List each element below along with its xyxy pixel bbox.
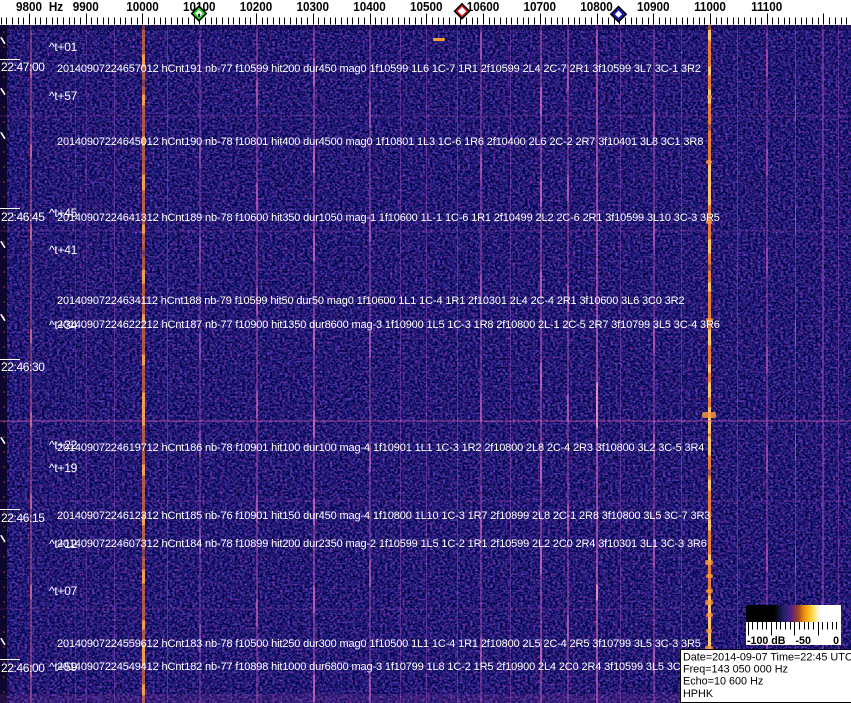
svg-text:-50: -50 [795,636,810,645]
svg-text:Date=2014-09-07 Time=22:45 UTC: Date=2014-09-07 Time=22:45 UTC [683,651,851,663]
svg-text:-100 dB: -100 dB [747,636,786,645]
svg-text:Freq=143 050 000 Hz: Freq=143 050 000 Hz [683,664,788,676]
svg-text:0: 0 [833,636,839,645]
svg-text:Echo=10 600 Hz: Echo=10 600 Hz [683,676,763,688]
svg-text:HPHK: HPHK [683,688,714,700]
